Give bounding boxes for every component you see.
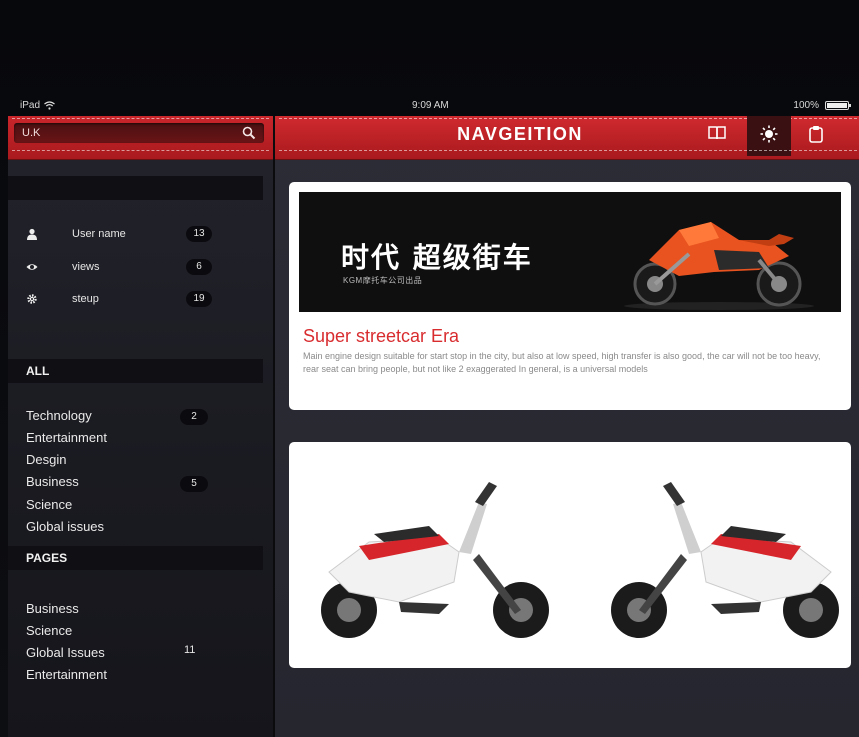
pages-item-entertainment[interactable]: Entertainment [26, 665, 107, 685]
user-icon [27, 228, 37, 240]
main-content: NAVGEITION 时代 超级街车 KGM摩托车公司出品 Super stre… [273, 116, 859, 737]
clock: 9:09 AM [412, 100, 449, 111]
search-box[interactable] [14, 123, 264, 143]
ipad-screen: iPad 9:09 AM 100% U.K User name 13 views… [0, 0, 859, 737]
device-indicator: iPad [20, 100, 55, 111]
pages-item-global-issues[interactable]: Global Issues [26, 643, 105, 663]
search-icon[interactable] [242, 126, 256, 140]
stitch-line-bottom [12, 150, 269, 151]
book-icon [708, 126, 726, 140]
banner-title: 时代 超级街车 [341, 241, 533, 274]
article-title[interactable]: Super streetcar Era [303, 326, 459, 347]
profile-header-bar [8, 176, 263, 200]
pages-item-count: 11 [184, 644, 196, 656]
nav-item-entertainment[interactable]: Entertainment [26, 428, 107, 448]
pages-item-business[interactable]: Business [26, 599, 79, 619]
nav-item-design[interactable]: Desgin [26, 450, 66, 470]
scooter-right-illustration [611, 482, 839, 638]
scooter-left-illustration [321, 482, 549, 638]
stat-row-username[interactable]: User name 13 [26, 226, 212, 244]
stat-count: 19 [186, 291, 212, 307]
section-header-all: ALL [8, 359, 263, 383]
battery-indicator: 100% [793, 100, 851, 111]
stitch-line-bottom [279, 150, 857, 151]
pages-item-science[interactable]: Science [26, 621, 72, 641]
battery-fill [827, 103, 847, 108]
nav-item-global-issues[interactable]: Global issues [26, 517, 104, 537]
banner-image[interactable]: 时代 超级街车 KGM摩托车公司出品 [299, 192, 841, 312]
sun-icon [760, 125, 778, 143]
feed-card-scooters[interactable] [289, 442, 851, 668]
wifi-icon [44, 101, 55, 110]
article-description: Main engine design suitable for start st… [303, 351, 821, 374]
stat-row-setup[interactable]: steup 19 [26, 291, 212, 309]
stat-row-views[interactable]: views 6 [26, 259, 212, 277]
section-header-pages: PAGES [8, 546, 263, 570]
stat-label: steup [72, 293, 99, 305]
stitch-line-top [12, 118, 269, 119]
nav-item-science[interactable]: Science [26, 495, 72, 515]
battery-icon [825, 101, 851, 110]
page-title: NAVGEITION [457, 124, 583, 144]
nav-item-business[interactable]: Business [26, 472, 79, 492]
search-bar [8, 116, 273, 160]
stat-count: 6 [186, 259, 212, 275]
stat-label: views [72, 261, 100, 273]
nav-badge: 2 [180, 409, 208, 425]
search-input[interactable] [22, 123, 222, 143]
battery-percent: 100% [793, 100, 819, 111]
scooters-image[interactable] [289, 442, 851, 668]
nav-header: NAVGEITION [275, 116, 859, 160]
status-bar: iPad 9:09 AM 100% [0, 96, 859, 116]
banner-subtitle: KGM摩托车公司出品 [343, 276, 423, 285]
gear-icon [27, 294, 37, 304]
sportbike-illustration [624, 222, 814, 310]
feed-card-streetcar[interactable]: 时代 超级街车 KGM摩托车公司出品 Super streetcar Era M… [289, 182, 851, 410]
stat-label: User name [72, 228, 126, 240]
nav-item-technology[interactable]: Technology [26, 406, 92, 426]
eye-icon [26, 264, 38, 270]
sidebar: User name 13 views 6 steup 19 ALL Techno… [8, 116, 273, 737]
device-label: iPad [20, 100, 41, 111]
clipboard-icon [809, 126, 823, 143]
nav-badge: 5 [180, 476, 208, 492]
stat-count: 13 [186, 226, 212, 242]
